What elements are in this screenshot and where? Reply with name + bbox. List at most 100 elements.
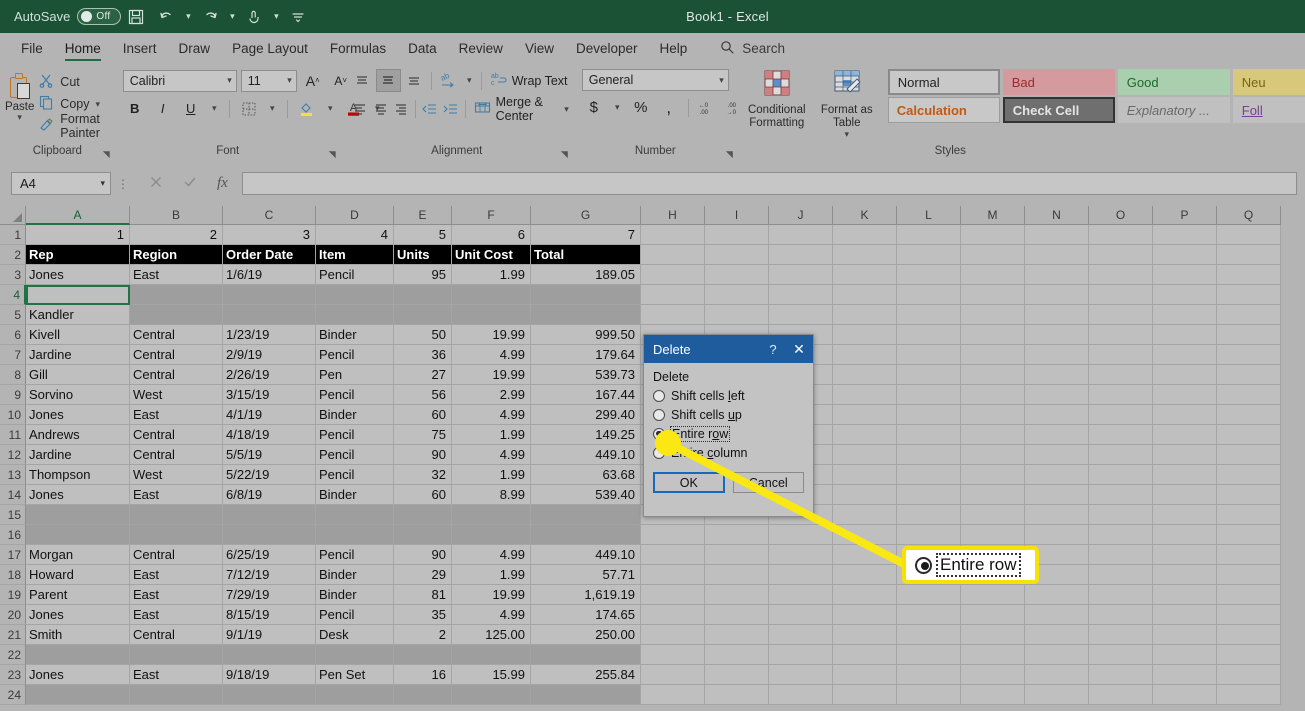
cell-I3[interactable] [705,265,769,285]
cell-E3[interactable]: 95 [394,265,452,285]
cell-D17[interactable]: Pencil [316,545,394,565]
tab-developer[interactable]: Developer [565,33,649,64]
tab-insert[interactable]: Insert [112,33,168,64]
cell-G22[interactable] [531,645,641,665]
cell-P7[interactable] [1153,345,1217,365]
column-header-L[interactable]: L [897,206,961,225]
cell-D20[interactable]: Pencil [316,605,394,625]
cell-A19[interactable]: Parent [26,585,130,605]
cell-K1[interactable] [833,225,897,245]
cell-K7[interactable] [833,345,897,365]
cell-L14[interactable] [897,485,961,505]
cell-K22[interactable] [833,645,897,665]
cell-N10[interactable] [1025,405,1089,425]
cell-N9[interactable] [1025,385,1089,405]
cell-P2[interactable] [1153,245,1217,265]
cell-L16[interactable] [897,525,961,545]
cell-L10[interactable] [897,405,961,425]
cell-K15[interactable] [833,505,897,525]
borders-caret-icon[interactable]: ▾ [265,97,280,120]
cell-Q19[interactable] [1217,585,1281,605]
cell-J22[interactable] [769,645,833,665]
cell-C17[interactable]: 6/25/19 [223,545,316,565]
tab-help[interactable]: Help [649,33,699,64]
cell-C22[interactable] [223,645,316,665]
cell-G20[interactable]: 174.65 [531,605,641,625]
cell-M1[interactable] [961,225,1025,245]
cell-O20[interactable] [1089,605,1153,625]
fill-color-caret-icon[interactable]: ▾ [323,97,338,120]
cell-Q24[interactable] [1217,685,1281,705]
cell-L21[interactable] [897,625,961,645]
cell-F22[interactable] [452,645,531,665]
cell-B5[interactable] [130,305,223,325]
cell-N15[interactable] [1025,505,1089,525]
cell-I24[interactable] [705,685,769,705]
cell-K14[interactable] [833,485,897,505]
search-box[interactable]: Search [720,40,785,58]
cell-K3[interactable] [833,265,897,285]
cell-J4[interactable] [769,285,833,305]
cell-I16[interactable] [705,525,769,545]
increase-decimal-button[interactable]: ←0.00 [696,96,720,119]
align-right-button[interactable] [391,97,411,120]
column-header-K[interactable]: K [833,206,897,225]
cell-K16[interactable] [833,525,897,545]
cell-F11[interactable]: 1.99 [452,425,531,445]
cell-B4[interactable] [130,285,223,305]
cell-M8[interactable] [961,365,1025,385]
cell-H19[interactable] [641,585,705,605]
cell-L1[interactable] [897,225,961,245]
merge-center-caret-icon[interactable]: ▾ [564,104,569,113]
cell-F5[interactable] [452,305,531,325]
close-icon[interactable]: ✕ [785,341,813,358]
cell-G17[interactable]: 449.10 [531,545,641,565]
cell-P15[interactable] [1153,505,1217,525]
cell-E7[interactable]: 36 [394,345,452,365]
cell-F2[interactable]: Unit Cost [452,245,531,265]
cell-B13[interactable]: West [130,465,223,485]
cell-M13[interactable] [961,465,1025,485]
cell-E17[interactable]: 90 [394,545,452,565]
cell-P9[interactable] [1153,385,1217,405]
cell-L5[interactable] [897,305,961,325]
cell-O2[interactable] [1089,245,1153,265]
cell-M19[interactable] [961,585,1025,605]
style-bad[interactable]: Bad [1002,69,1115,95]
row-header-8[interactable]: 8 [0,365,26,385]
align-top-button[interactable] [350,69,375,92]
cell-K11[interactable] [833,425,897,445]
cell-F15[interactable] [452,505,531,525]
cell-O14[interactable] [1089,485,1153,505]
align-middle-button[interactable] [375,69,401,92]
cell-K10[interactable] [833,405,897,425]
cell-F8[interactable]: 19.99 [452,365,531,385]
font-size-combo[interactable]: 11 ▾ [240,69,297,92]
cell-O22[interactable] [1089,645,1153,665]
cell-Q3[interactable] [1217,265,1281,285]
radio-button[interactable] [653,389,665,402]
cell-N1[interactable] [1025,225,1089,245]
cell-B24[interactable] [130,685,223,705]
cell-E5[interactable] [394,305,452,325]
cell-E12[interactable]: 90 [394,445,452,465]
style-check-cell[interactable]: Check Cell [1002,97,1115,123]
cell-L4[interactable] [897,285,961,305]
cell-K5[interactable] [833,305,897,325]
cell-A23[interactable]: Jones [26,665,130,685]
cell-M9[interactable] [961,385,1025,405]
cell-D6[interactable]: Binder [316,325,394,345]
cell-H23[interactable] [641,665,705,685]
radio-shift-cells-up[interactable]: Shift cells up [653,405,804,424]
cell-C13[interactable]: 5/22/19 [223,465,316,485]
cell-K18[interactable] [833,565,897,585]
cell-G8[interactable]: 539.73 [531,365,641,385]
cell-J17[interactable] [769,545,833,565]
cell-B6[interactable]: Central [130,325,223,345]
cell-G3[interactable]: 189.05 [531,265,641,285]
paste-button[interactable]: Paste ▾ [0,69,39,122]
cell-L11[interactable] [897,425,961,445]
cell-J18[interactable] [769,565,833,585]
cell-J24[interactable] [769,685,833,705]
cell-O19[interactable] [1089,585,1153,605]
